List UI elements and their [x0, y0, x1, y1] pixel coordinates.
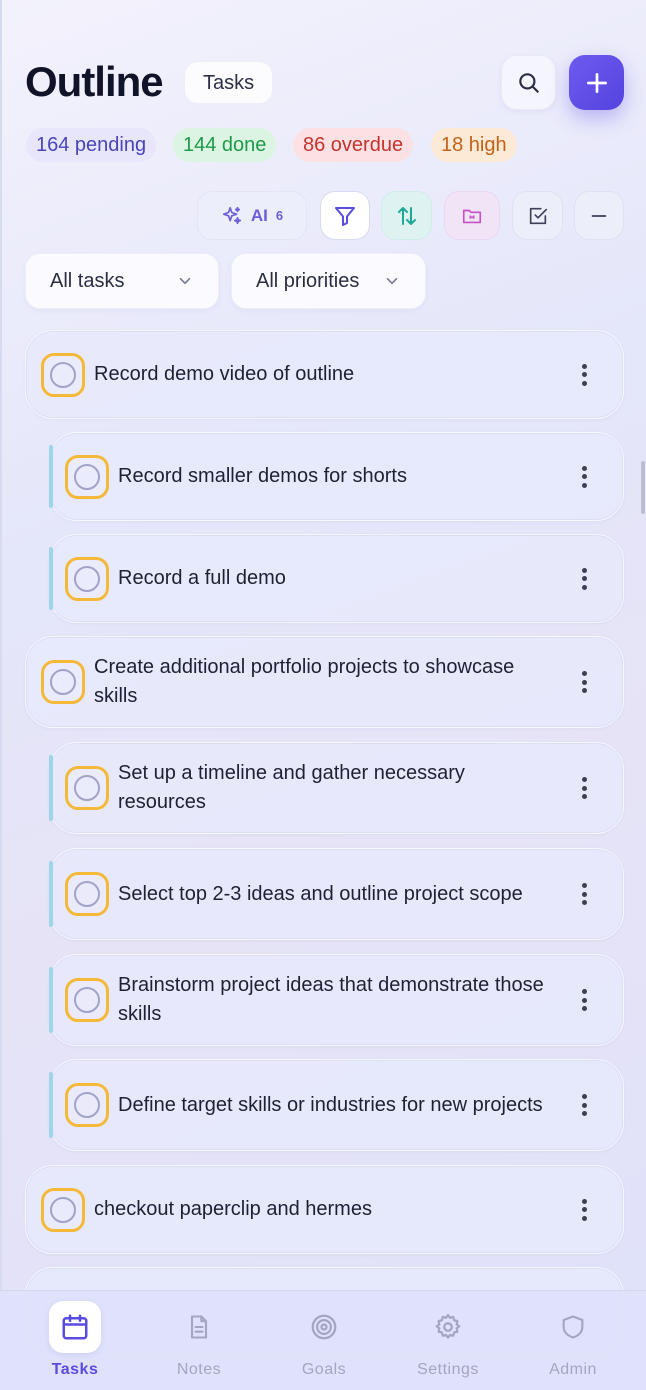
- task-checkbox[interactable]: [65, 454, 109, 499]
- task-row[interactable]: Record demo video of outline: [25, 330, 624, 419]
- nav-label-notes: Notes: [176, 1361, 222, 1378]
- nav-item-tasks[interactable]: Tasks: [30, 1301, 120, 1381]
- circle-icon: [74, 463, 100, 490]
- circle-icon: [50, 1196, 76, 1223]
- task-checkbox[interactable]: [65, 1083, 109, 1127]
- minus-icon: [591, 214, 607, 217]
- page-title: Outline: [25, 58, 164, 105]
- task-title: Record smaller demos for shorts: [118, 465, 407, 487]
- task-title: checkout paperclip and hermes: [94, 1198, 372, 1220]
- done-count-badge[interactable]: 144 done: [173, 128, 277, 162]
- circle-icon: [74, 775, 100, 801]
- task-checkbox[interactable]: [41, 660, 85, 704]
- folder-icon: [462, 209, 482, 223]
- plus-icon: [586, 72, 607, 93]
- search-button[interactable]: [501, 55, 556, 110]
- chevron-down-icon: [179, 277, 191, 285]
- sparkle-icon: [222, 206, 241, 224]
- task-filter-select[interactable]: All tasks: [25, 253, 219, 309]
- nav-label-settings: Settings: [417, 1361, 479, 1378]
- task-title: Record demo video of outline: [94, 363, 355, 385]
- circle-icon: [74, 881, 100, 907]
- subtask-row[interactable]: Define target skills or industries for n…: [49, 1059, 624, 1151]
- nav-label-admin: Admin: [549, 1361, 597, 1378]
- more-options-icon[interactable]: [581, 989, 587, 1011]
- scrollbar[interactable]: [641, 461, 645, 514]
- nav-item-admin[interactable]: Admin: [528, 1301, 618, 1381]
- task-filter-value: All tasks: [50, 269, 125, 292]
- sort-icon: [397, 206, 416, 225]
- subtask-row[interactable]: Select top 2-3 ideas and outline project…: [49, 848, 624, 940]
- app-screen: Outline Tasks 164 pending 144 done 86 ov…: [0, 0, 646, 1390]
- subtask-row[interactable]: Brainstorm project ideas that demonstrat…: [49, 954, 624, 1046]
- more-options-icon[interactable]: [581, 777, 587, 799]
- chevron-down-icon: [386, 277, 398, 285]
- checkbox-icon: [529, 207, 547, 224]
- collapse-button[interactable]: [574, 191, 624, 240]
- search-icon: [518, 72, 539, 93]
- nav-item-settings[interactable]: Settings: [403, 1301, 493, 1381]
- more-options-icon[interactable]: [581, 363, 587, 386]
- high-priority-badge[interactable]: 18 high: [431, 128, 517, 162]
- ai-count: 6: [275, 208, 284, 223]
- filter-button[interactable]: [320, 191, 370, 240]
- priority-filter-value: All priorities: [256, 269, 360, 292]
- bottom-nav: Tasks Notes Goals Settings Admin: [0, 1290, 646, 1390]
- more-options-icon[interactable]: [581, 465, 587, 488]
- filter-icon: [335, 206, 355, 226]
- task-checkbox[interactable]: [65, 556, 109, 601]
- task-checkbox[interactable]: [65, 978, 109, 1022]
- gear-icon: [422, 1301, 474, 1353]
- task-title: Set up a timeline and gather necessary r…: [118, 762, 465, 813]
- task-title: Select top 2-3 ideas and outline project…: [118, 883, 523, 905]
- task-checkbox[interactable]: [41, 352, 85, 397]
- subtask-row[interactable]: Record a full demo: [49, 534, 624, 623]
- view-pill[interactable]: Tasks: [184, 61, 274, 104]
- project-folder-button[interactable]: [444, 191, 500, 240]
- target-icon: [298, 1301, 350, 1353]
- sort-button[interactable]: [381, 191, 432, 240]
- nav-item-goals[interactable]: Goals: [279, 1301, 369, 1381]
- circle-icon: [74, 565, 100, 592]
- ai-button[interactable]: AI 6: [197, 191, 307, 240]
- circle-icon: [74, 987, 100, 1013]
- more-options-icon[interactable]: [581, 567, 587, 590]
- shield-icon: [547, 1301, 599, 1353]
- document-icon: [173, 1301, 225, 1353]
- task-title: Create additional portfolio projects to …: [94, 656, 515, 707]
- nav-label-goals: Goals: [301, 1361, 347, 1378]
- more-options-icon[interactable]: [581, 671, 587, 693]
- subtask-row[interactable]: Record smaller demos for shorts: [49, 432, 624, 521]
- overdue-count-badge[interactable]: 86 overdue: [293, 128, 414, 162]
- task-title: Define target skills or industries for n…: [118, 1094, 543, 1116]
- task-row[interactable]: Create additional portfolio projects to …: [25, 636, 624, 728]
- subtask-row[interactable]: Set up a timeline and gather necessary r…: [49, 742, 624, 834]
- ai-label: AI: [250, 205, 268, 225]
- more-options-icon[interactable]: [581, 883, 587, 905]
- task-checkbox[interactable]: [41, 1187, 85, 1232]
- nav-label-tasks: Tasks: [51, 1361, 99, 1378]
- window-edge: [0, 0, 2, 1390]
- select-button[interactable]: [512, 191, 563, 240]
- pending-count-badge[interactable]: 164 pending: [26, 128, 157, 162]
- more-options-icon[interactable]: [581, 1094, 587, 1116]
- priority-filter-select[interactable]: All priorities: [231, 253, 426, 309]
- task-title: Brainstorm project ideas that demonstrat…: [118, 974, 544, 1025]
- calendar-icon: [49, 1301, 101, 1353]
- more-options-icon[interactable]: [581, 1198, 587, 1221]
- task-row[interactable]: checkout paperclip and hermes: [25, 1165, 624, 1254]
- circle-icon: [50, 669, 76, 695]
- add-task-button[interactable]: [569, 55, 624, 110]
- nav-item-notes[interactable]: Notes: [154, 1301, 244, 1381]
- task-title: Record a full demo: [118, 567, 286, 589]
- task-checkbox[interactable]: [65, 766, 109, 810]
- circle-icon: [50, 361, 76, 388]
- task-checkbox[interactable]: [65, 872, 109, 916]
- circle-icon: [74, 1092, 100, 1118]
